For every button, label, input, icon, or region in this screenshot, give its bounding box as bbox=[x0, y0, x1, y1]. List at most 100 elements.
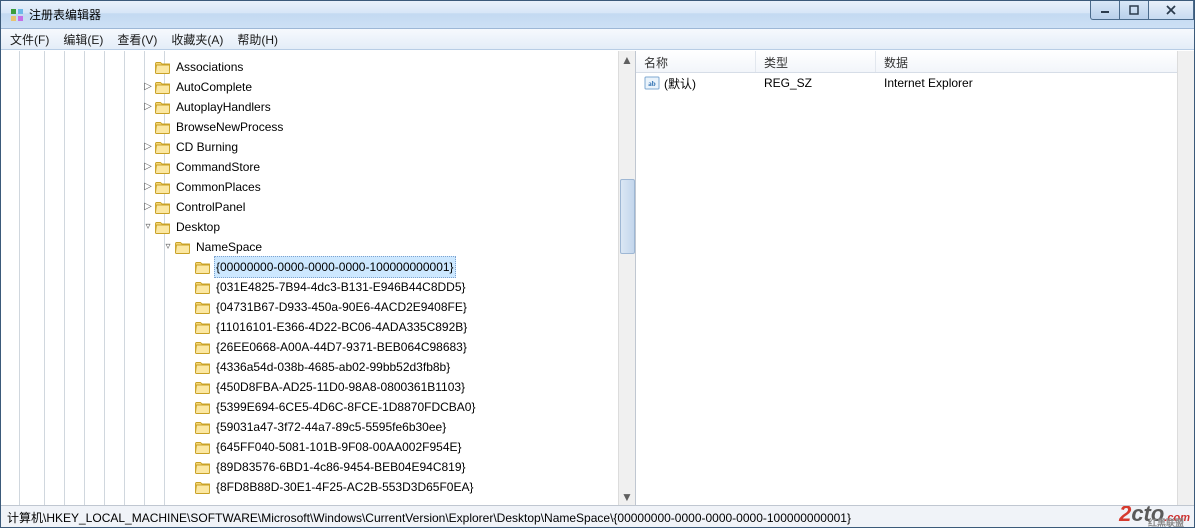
menu-edit[interactable]: 编辑(E) bbox=[56, 29, 110, 50]
folder-icon bbox=[195, 419, 211, 435]
menu-bar: 文件(F) 编辑(E) 查看(V) 收藏夹(A) 帮助(H) bbox=[1, 29, 1194, 50]
tree-item-label: {031E4825-7B94-4dc3-B131-E946B44C8DD5} bbox=[214, 276, 468, 298]
window-controls bbox=[1091, 1, 1194, 20]
tree-item-label: {8FD8B88D-30E1-4F25-AC2B-553D3D65F0EA} bbox=[214, 476, 475, 497]
folder-icon bbox=[155, 219, 171, 235]
tree-item-label: Associations bbox=[174, 56, 245, 78]
folder-icon bbox=[155, 79, 171, 95]
tree-item[interactable]: ▷CD Burning bbox=[1, 137, 635, 157]
tree-toggle-empty bbox=[181, 417, 195, 437]
folder-icon bbox=[195, 299, 211, 315]
tree-item[interactable]: {59031a47-3f72-44a7-89c5-5595fe6b30ee} bbox=[1, 417, 635, 437]
tree-item[interactable]: ▷ CommandStore bbox=[1, 157, 635, 177]
tree-item[interactable]: ▷ AutoplayHandlers bbox=[1, 97, 635, 117]
tree-toggle-empty bbox=[181, 257, 195, 277]
folder-icon bbox=[175, 239, 191, 255]
tree-item-label: ControlPanel bbox=[174, 196, 247, 218]
tree-item-label: {00000000-0000-0000-0000-100000000001} bbox=[214, 256, 456, 278]
tree-toggle-empty bbox=[181, 337, 195, 357]
tree-item[interactable]: BrowseNewProcess bbox=[1, 117, 635, 137]
tree-toggle-empty bbox=[181, 377, 195, 397]
folder-icon bbox=[195, 399, 211, 415]
list-scrollbar[interactable] bbox=[1177, 51, 1194, 505]
tree-toggle-empty bbox=[181, 397, 195, 417]
folder-icon bbox=[155, 139, 171, 155]
tree-expand-icon[interactable]: ▷ bbox=[141, 137, 155, 157]
tree-expand-icon[interactable]: ▷ bbox=[141, 197, 155, 217]
tree-item[interactable]: {4336a54d-038b-4685-ab02-99bb52d3fb8b} bbox=[1, 357, 635, 377]
tree-item-label: BrowseNewProcess bbox=[174, 116, 285, 138]
tree-item-label: AutoplayHandlers bbox=[174, 96, 273, 118]
menu-help[interactable]: 帮助(H) bbox=[230, 29, 285, 50]
col-name[interactable]: 名称 bbox=[636, 51, 756, 72]
folder-icon bbox=[195, 439, 211, 455]
tree-item[interactable]: Associations bbox=[1, 57, 635, 77]
cell-data: Internet Explorer bbox=[876, 76, 1194, 90]
cell-name: (默认) bbox=[636, 75, 756, 92]
folder-icon bbox=[155, 119, 171, 135]
folder-icon bbox=[155, 179, 171, 195]
tree-item-label: {4336a54d-038b-4685-ab02-99bb52d3fb8b} bbox=[214, 356, 452, 378]
folder-icon bbox=[195, 339, 211, 355]
tree-toggle-empty bbox=[141, 117, 155, 137]
tree-item-label: {645FF040-5081-101B-9F08-00AA002F954E} bbox=[214, 436, 464, 458]
tree-collapse-icon[interactable]: ▿ bbox=[141, 217, 155, 237]
window-title: 注册表编辑器 bbox=[29, 6, 101, 23]
tree-item[interactable]: ▿NameSpace bbox=[1, 237, 635, 257]
tree-item[interactable]: {11016101-E366-4D22-BC06-4ADA335C892B} bbox=[1, 317, 635, 337]
status-path: 计算机\HKEY_LOCAL_MACHINE\SOFTWARE\Microsof… bbox=[7, 511, 851, 525]
tree-item[interactable]: ▷ ControlPanel bbox=[1, 197, 635, 217]
col-data[interactable]: 数据 bbox=[876, 51, 1194, 72]
folder-icon bbox=[195, 279, 211, 295]
close-button[interactable] bbox=[1148, 1, 1194, 20]
watermark: 2cto.com 红黑联盟 bbox=[1119, 505, 1190, 527]
tree-item[interactable]: {00000000-0000-0000-0000-100000000001} bbox=[1, 257, 635, 277]
tree-item-label: CommandStore bbox=[174, 156, 262, 178]
tree-expand-icon[interactable]: ▷ bbox=[141, 97, 155, 117]
tree-item-label: {59031a47-3f72-44a7-89c5-5595fe6b30ee} bbox=[214, 416, 448, 438]
title-bar[interactable]: 注册表编辑器 bbox=[1, 1, 1194, 29]
tree-expand-icon[interactable]: ▷ bbox=[141, 77, 155, 97]
tree-item-label: CommonPlaces bbox=[174, 176, 263, 198]
menu-file[interactable]: 文件(F) bbox=[3, 29, 56, 50]
menu-view[interactable]: 查看(V) bbox=[110, 29, 164, 50]
tree-item[interactable]: {26EE0668-A00A-44D7-9371-BEB064C98683} bbox=[1, 337, 635, 357]
tree-expand-icon[interactable]: ▷ bbox=[141, 177, 155, 197]
folder-icon bbox=[155, 159, 171, 175]
tree-item[interactable]: ▷ AutoComplete bbox=[1, 77, 635, 97]
folder-icon bbox=[195, 359, 211, 375]
values-pane: 名称 类型 数据 (默认)REG_SZInternet Explorer bbox=[636, 51, 1194, 505]
tree-item[interactable]: {5399E694-6CE5-4D6C-8FCE-1D8870FDCBA0} bbox=[1, 397, 635, 417]
tree-toggle-empty bbox=[181, 477, 195, 497]
tree-item[interactable]: {031E4825-7B94-4dc3-B131-E946B44C8DD5} bbox=[1, 277, 635, 297]
tree-item-label: {04731B67-D933-450a-90E6-4ACD2E9408FE} bbox=[214, 296, 469, 318]
tree-toggle-empty bbox=[141, 57, 155, 77]
tree-item-label: AutoComplete bbox=[174, 76, 254, 98]
status-bar: 计算机\HKEY_LOCAL_MACHINE\SOFTWARE\Microsof… bbox=[1, 505, 1194, 527]
tree-item[interactable]: {04731B67-D933-450a-90E6-4ACD2E9408FE} bbox=[1, 297, 635, 317]
list-row[interactable]: (默认)REG_SZInternet Explorer bbox=[636, 73, 1194, 93]
tree-item-label: {5399E694-6CE5-4D6C-8FCE-1D8870FDCBA0} bbox=[214, 396, 477, 418]
maximize-button[interactable] bbox=[1119, 1, 1149, 20]
tree-item-label: Desktop bbox=[174, 216, 222, 238]
tree-item[interactable]: ▷ CommonPlaces bbox=[1, 177, 635, 197]
col-type[interactable]: 类型 bbox=[756, 51, 876, 72]
tree-toggle-empty bbox=[181, 457, 195, 477]
tree-item[interactable]: {89D83576-6BD1-4c86-9454-BEB04E94C819} bbox=[1, 457, 635, 477]
list-body[interactable]: (默认)REG_SZInternet Explorer bbox=[636, 73, 1194, 93]
minimize-button[interactable] bbox=[1090, 1, 1120, 20]
tree-item[interactable]: ▿ Desktop bbox=[1, 217, 635, 237]
tree-item[interactable]: {8FD8B88D-30E1-4F25-AC2B-553D3D65F0EA} bbox=[1, 477, 635, 497]
tree-item[interactable]: {450D8FBA-AD25-11D0-98A8-0800361B1103} bbox=[1, 377, 635, 397]
cell-type: REG_SZ bbox=[756, 76, 876, 90]
tree-expand-icon[interactable]: ▷ bbox=[141, 157, 155, 177]
tree-item[interactable]: {645FF040-5081-101B-9F08-00AA002F954E} bbox=[1, 437, 635, 457]
registry-editor-window: 注册表编辑器 文件(F) 编辑(E) 查看(V) 收藏夹(A) 帮助(H) As… bbox=[0, 0, 1195, 528]
app-icon bbox=[9, 7, 25, 23]
folder-icon bbox=[195, 259, 211, 275]
menu-favorites[interactable]: 收藏夹(A) bbox=[164, 29, 230, 50]
registry-tree[interactable]: Associations ▷ AutoComplete ▷ AutoplayHandle… bbox=[1, 55, 635, 497]
tree-collapse-icon[interactable]: ▿ bbox=[161, 237, 175, 257]
tree-toggle-empty bbox=[181, 317, 195, 337]
folder-icon bbox=[195, 459, 211, 475]
